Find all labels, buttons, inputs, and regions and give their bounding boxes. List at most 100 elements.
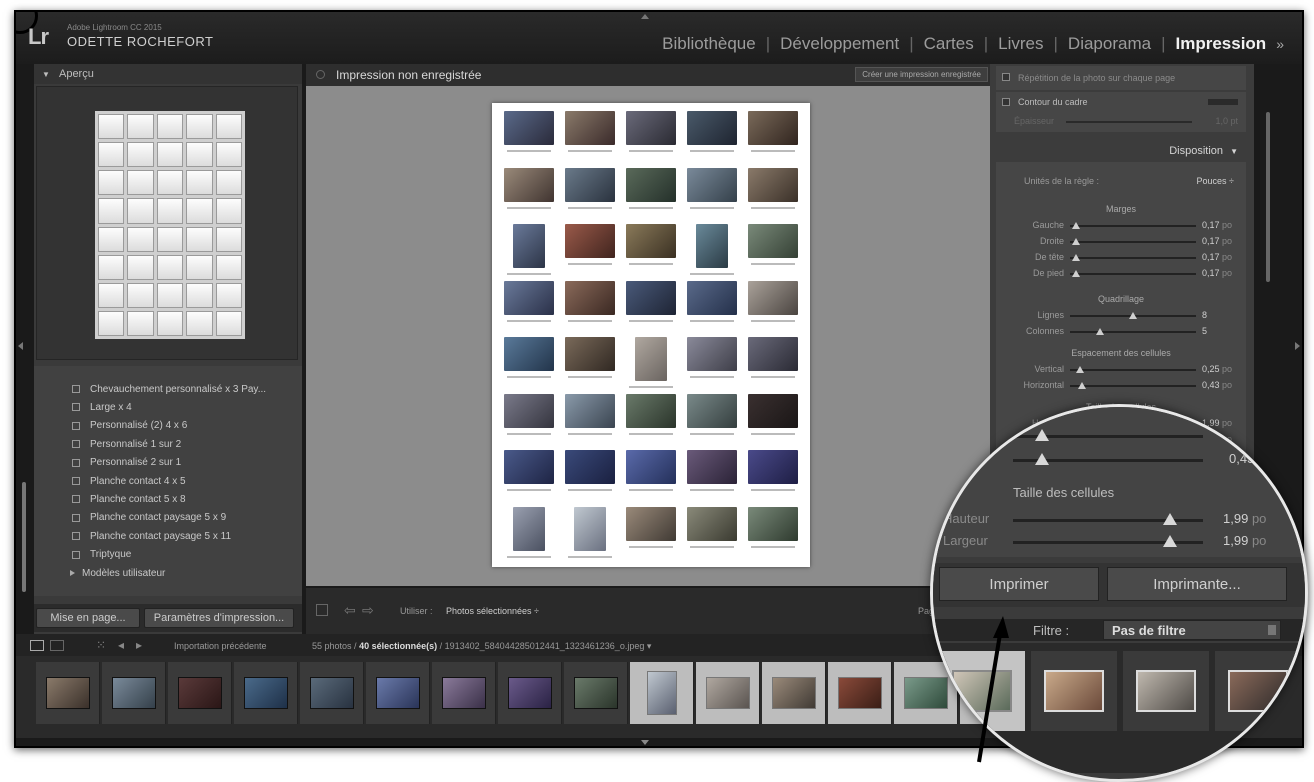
repeat-checkbox[interactable]	[1002, 73, 1010, 81]
template-item[interactable]: Triptyque	[34, 546, 302, 564]
preview-panel-header[interactable]: ▼ Aperçu	[34, 64, 302, 84]
grid-slider[interactable]	[1070, 312, 1196, 319]
printer-button[interactable]: Imprimante...	[1107, 567, 1287, 601]
contact-sheet-cell[interactable]	[563, 280, 616, 334]
slider-knob[interactable]	[1129, 312, 1137, 319]
spacing-slider[interactable]	[1070, 382, 1196, 389]
contact-sheet-cell[interactable]	[502, 167, 555, 221]
contact-sheet-cell[interactable]	[624, 224, 677, 277]
slider-knob[interactable]	[1163, 535, 1177, 547]
contact-sheet-cell[interactable]	[563, 393, 616, 447]
slider-knob[interactable]	[1078, 382, 1086, 389]
filmstrip-thumbnail[interactable]	[1215, 651, 1301, 731]
spacing-slider[interactable]	[1070, 366, 1196, 373]
contact-sheet-cell[interactable]	[502, 111, 555, 164]
filmstrip-thumbnail[interactable]	[366, 662, 430, 724]
filmstrip-thumbnail[interactable]	[1031, 651, 1117, 731]
contact-sheet-cell[interactable]	[624, 393, 677, 447]
filmstrip-thumbnail[interactable]	[168, 662, 232, 724]
template-item[interactable]: Personnalisé (2) 4 x 6	[34, 417, 302, 435]
contact-sheet-cell[interactable]	[502, 393, 555, 447]
contact-sheet-cell[interactable]	[624, 167, 677, 221]
contact-sheet-cell[interactable]	[624, 506, 677, 560]
collapse-filmstrip-icon[interactable]	[641, 740, 649, 745]
module-book[interactable]: Livres	[988, 34, 1053, 54]
template-item[interactable]: Planche contact paysage 5 x 11	[34, 527, 302, 545]
layout-section-header[interactable]: Disposition ▼	[990, 140, 1254, 162]
next-page-icon[interactable]: ⇨	[362, 602, 374, 619]
filmstrip-thumbnail[interactable]	[630, 662, 694, 724]
template-folder-user[interactable]: Modèles utilisateur	[34, 564, 302, 582]
module-slideshow[interactable]: Diaporama	[1058, 34, 1161, 54]
modules-more-icon[interactable]: »	[1276, 36, 1284, 52]
grid-slider[interactable]	[1070, 328, 1196, 335]
contact-sheet-cell[interactable]	[686, 280, 739, 334]
right-panel-scrollbar[interactable]	[1266, 112, 1270, 282]
contact-sheet-cell[interactable]	[686, 506, 739, 560]
ruler-units-select[interactable]: Pouces ÷	[1197, 176, 1234, 186]
left-panel-toggle-icon[interactable]	[18, 342, 23, 350]
slider-knob[interactable]	[1072, 222, 1080, 229]
contact-sheet-cell[interactable]	[563, 224, 616, 277]
repeat-photo-option[interactable]: Répétition de la photo sur chaque page	[996, 66, 1246, 90]
use-select[interactable]: Photos sélectionnées ÷	[446, 606, 539, 616]
contact-sheet-cell[interactable]	[563, 167, 616, 221]
contact-sheet-cell[interactable]	[686, 450, 739, 503]
slider-knob[interactable]	[1035, 453, 1049, 465]
template-item[interactable]: Large x 4	[34, 398, 302, 416]
filmstrip-thumbnail[interactable]	[300, 662, 364, 724]
margin-slider[interactable]	[1070, 222, 1196, 229]
margin-slider[interactable]	[1070, 238, 1196, 245]
template-item[interactable]: Planche contact paysage 5 x 9	[34, 509, 302, 527]
template-item[interactable]: Planche contact 5 x 8	[34, 490, 302, 508]
slider-knob[interactable]	[1163, 513, 1177, 525]
back-arrow-icon[interactable]: ◂	[118, 638, 124, 652]
contact-sheet-cell[interactable]	[563, 506, 616, 560]
contact-sheet-cell[interactable]	[563, 111, 616, 164]
filmstrip-thumbnail[interactable]	[432, 662, 496, 724]
first-page-icon[interactable]	[316, 604, 328, 616]
module-map[interactable]: Cartes	[914, 34, 984, 54]
template-item[interactable]: Planche contact 4 x 5	[34, 472, 302, 490]
template-item[interactable]: Personnalisé 1 sur 2	[34, 435, 302, 453]
slider-knob[interactable]	[1072, 254, 1080, 261]
frame-border-checkbox[interactable]	[1002, 98, 1010, 106]
thickness-slider[interactable]	[1066, 121, 1192, 123]
template-item[interactable]	[34, 370, 302, 380]
contact-sheet-cell[interactable]	[686, 393, 739, 447]
contact-sheet-cell[interactable]	[502, 450, 555, 503]
contact-sheet-cell[interactable]	[502, 506, 555, 560]
contact-sheet-cell[interactable]	[624, 337, 677, 390]
margin-slider[interactable]	[1070, 270, 1196, 277]
main-window-icon[interactable]	[30, 640, 44, 651]
margin-slider[interactable]	[1070, 254, 1196, 261]
module-print[interactable]: Impression	[1166, 34, 1277, 54]
page-setup-button[interactable]: Mise en page...	[36, 608, 140, 628]
slider-knob[interactable]	[1072, 238, 1080, 245]
contact-sheet-cell[interactable]	[502, 337, 555, 390]
template-item[interactable]: Personnalisé 2 sur 1	[34, 454, 302, 472]
module-library[interactable]: Bibliothèque	[652, 34, 766, 54]
filmstrip-thumbnail[interactable]	[1123, 651, 1209, 731]
slider-knob[interactable]	[1076, 366, 1084, 373]
slider-knob[interactable]	[1096, 328, 1104, 335]
grid-view-icon[interactable]: ⁙	[96, 638, 106, 652]
magnified-slider[interactable]	[1013, 513, 1203, 525]
print-button[interactable]: Imprimer	[939, 567, 1099, 601]
contact-sheet-cell[interactable]	[747, 111, 800, 164]
contact-sheet-cell[interactable]	[686, 337, 739, 390]
create-saved-print-button[interactable]: Créer une impression enregistrée	[855, 67, 988, 82]
contact-sheet-cell[interactable]	[747, 167, 800, 221]
collapse-top-panel-icon[interactable]	[641, 14, 649, 19]
selection-count[interactable]: 55 photos / 40 sélectionnée(s) / 1913402…	[312, 641, 651, 652]
contact-sheet-cell[interactable]	[686, 167, 739, 221]
contact-sheet-cell[interactable]	[747, 506, 800, 560]
secondary-window-icon[interactable]	[50, 640, 64, 651]
forward-arrow-icon[interactable]: ▸	[136, 638, 142, 652]
left-panel-scrollbar[interactable]	[22, 482, 26, 592]
slider-knob[interactable]	[1035, 429, 1049, 441]
contact-sheet-cell[interactable]	[624, 280, 677, 334]
previous-page-icon[interactable]: ⇦	[344, 602, 356, 619]
contact-sheet-cell[interactable]	[502, 280, 555, 334]
print-settings-button[interactable]: Paramètres d'impression...	[144, 608, 294, 628]
